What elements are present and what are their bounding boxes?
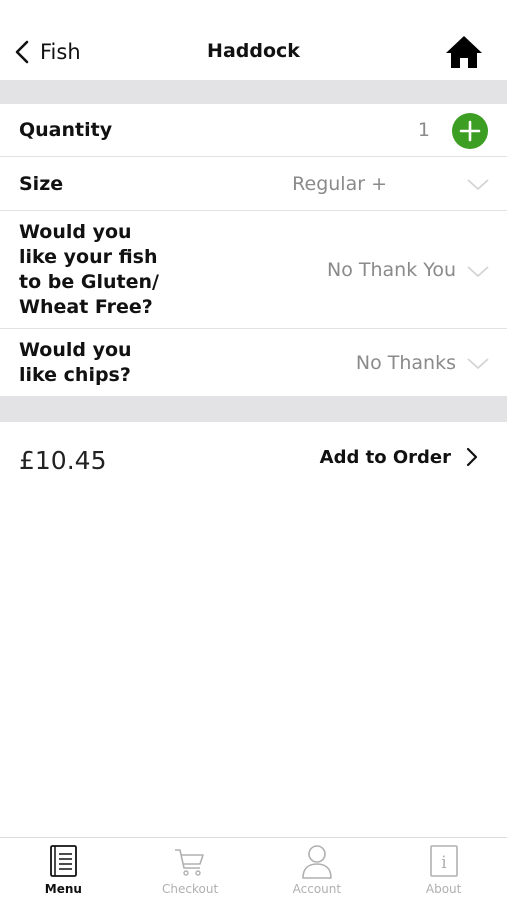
svg-text:i: i — [441, 853, 447, 873]
gluten-free-row[interactable]: Would you like your fish to be Gluten/ W… — [0, 211, 507, 329]
tab-about[interactable]: i About — [380, 838, 507, 900]
size-value: Regular + — [292, 173, 387, 195]
chips-question-line: Would you — [19, 339, 132, 361]
quantity-row: Quantity 1 — [0, 104, 507, 157]
tab-label: Checkout — [162, 882, 219, 896]
tab-menu[interactable]: Menu — [0, 838, 127, 900]
tab-label: Menu — [44, 882, 82, 896]
gluten-free-value: No Thank You — [326, 259, 456, 281]
chevron-down-icon — [467, 179, 489, 190]
gluten-free-question-line: to be Gluten/ — [19, 271, 159, 293]
price-total: £10.45 — [19, 446, 107, 475]
gluten-free-question: Would you like your fish to be Gluten/ W… — [19, 220, 159, 320]
add-to-order-label: Add to Order — [319, 446, 451, 468]
page-title: Haddock — [207, 40, 300, 62]
gluten-free-question-line: Wheat Free? — [19, 296, 153, 318]
chips-question: Would you like chips? — [19, 338, 132, 388]
quantity-value: 1 — [417, 119, 430, 141]
chips-row[interactable]: Would you like chips? No Thanks — [0, 329, 507, 396]
section-separator — [0, 396, 507, 422]
section-separator — [0, 80, 507, 104]
menu-book-icon — [50, 845, 78, 877]
info-icon: i — [429, 845, 458, 877]
home-icon[interactable] — [445, 34, 483, 70]
plus-icon — [459, 120, 481, 142]
order-summary-row: £10.45 Add to Order — [0, 422, 507, 498]
increase-quantity-button[interactable] — [452, 113, 488, 149]
tab-bar: Menu Checkout Account i About — [0, 837, 507, 900]
tab-label: Account — [292, 882, 342, 896]
tab-account[interactable]: Account — [254, 838, 381, 900]
cart-icon — [175, 849, 204, 876]
add-to-order-button[interactable]: Add to Order — [320, 446, 479, 468]
gluten-free-question-line: like your fish — [19, 246, 158, 268]
person-icon — [302, 845, 332, 879]
chevron-down-icon — [467, 266, 489, 277]
navigation-bar: Fish Haddock — [0, 0, 507, 80]
tab-checkout[interactable]: Checkout — [127, 838, 254, 900]
chips-value: No Thanks — [355, 352, 456, 374]
chips-question-line: like chips? — [19, 364, 131, 386]
gluten-free-question-line: Would you — [19, 221, 132, 243]
quantity-label: Quantity — [19, 119, 113, 141]
chevron-down-icon — [467, 358, 489, 369]
tab-label: About — [425, 882, 462, 896]
chevron-right-icon — [466, 447, 478, 467]
size-label: Size — [19, 173, 64, 195]
size-row[interactable]: Size Regular + — [0, 157, 507, 211]
